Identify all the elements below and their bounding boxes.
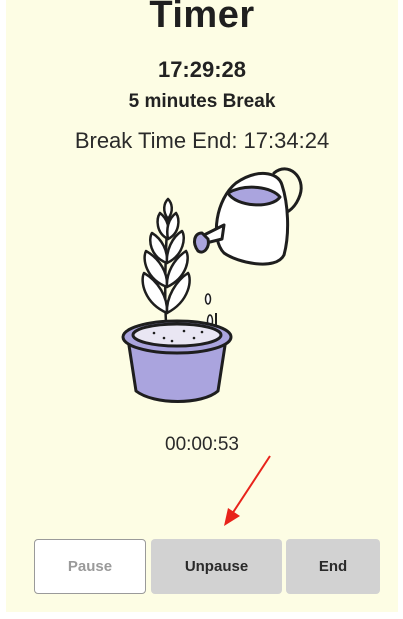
break-label: 5 minutes Break — [128, 91, 276, 112]
unpause-button[interactable]: Unpause — [151, 539, 282, 594]
red-arrow-icon — [224, 455, 271, 526]
timer-screen: Timer 17:29:28 5 minutes Break Break Tim… — [6, 0, 398, 612]
break-end-time: Break Time End: 17:34:24 — [74, 128, 330, 153]
countdown-timer: 00:00:53 — [165, 434, 239, 455]
page-title: Timer — [149, 0, 255, 36]
pause-button[interactable]: Pause — [34, 539, 146, 594]
current-time: 17:29:28 — [157, 57, 247, 82]
watering-can-plant-icon — [121, 167, 303, 403]
end-button[interactable]: End — [286, 539, 380, 594]
